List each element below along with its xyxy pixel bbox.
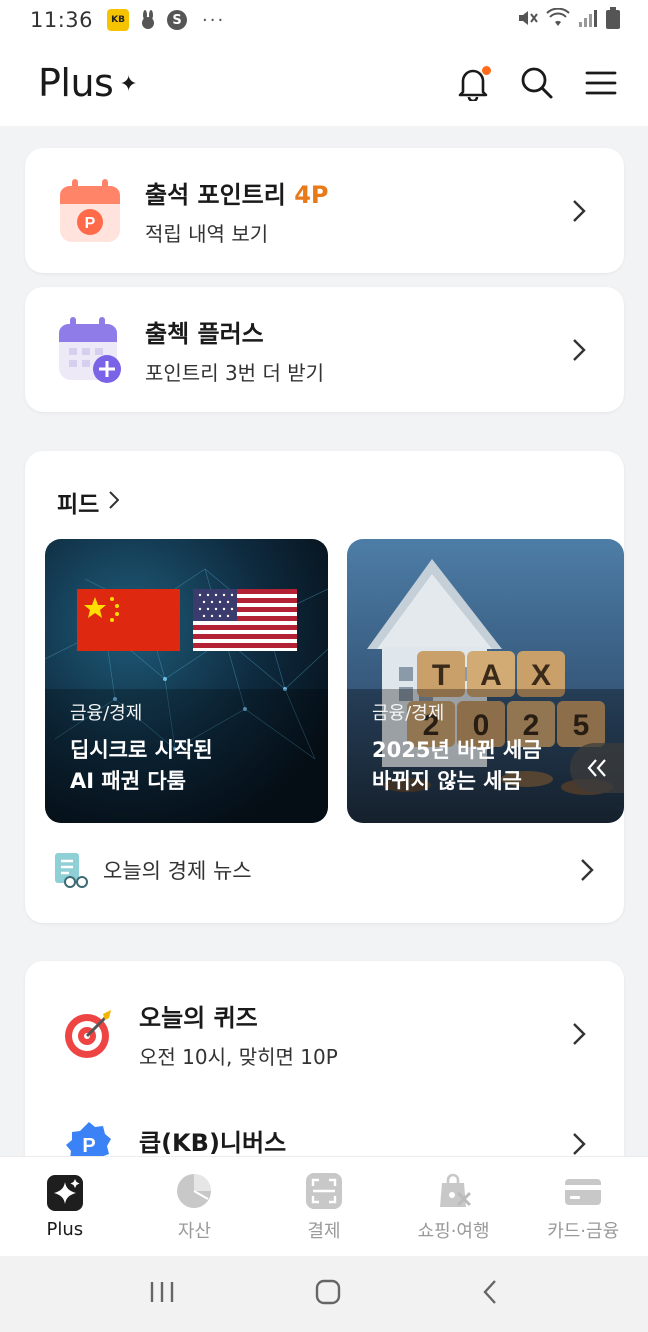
search-icon <box>521 67 553 99</box>
notification-button[interactable] <box>454 64 492 102</box>
target-dart-icon <box>61 1006 117 1062</box>
quiz-subtitle: 오전 10시, 맞히면 10P <box>139 1045 338 1069</box>
feed-item-title: 딥시크로 시작된 AI 패권 다툼 <box>70 738 213 793</box>
status-bar: 11:36 KB S ··· <box>0 0 648 40</box>
more-notifications-icon: ··· <box>202 9 226 31</box>
wifi-icon <box>546 7 570 33</box>
signal-icon <box>578 8 598 33</box>
nav-tab-assets[interactable]: 자산 <box>130 1157 260 1256</box>
chevron-right-icon <box>568 1023 590 1045</box>
feed-carousel[interactable]: 금융/경제 딥시크로 시작된 AI 패권 다툼 T A X 2 0 2 5 금융… <box>45 539 624 823</box>
plus-sparkle-icon <box>46 1175 83 1211</box>
notification-badge <box>482 66 491 75</box>
system-navigation-bar <box>0 1256 648 1332</box>
rabbit-app-icon <box>138 10 158 30</box>
chevron-right-icon <box>568 199 590 222</box>
svg-text:X: X <box>531 659 551 692</box>
chevron-right-icon <box>568 338 590 361</box>
nav-tab-shopping-travel[interactable]: 쇼핑·여행 <box>389 1157 519 1256</box>
calendar-plus-icon <box>55 315 125 385</box>
attendance-subtitle: 적립 내역 보기 <box>145 221 269 246</box>
attendance-calendar-icon: P <box>55 176 125 246</box>
nav-label: Plus <box>46 1219 84 1240</box>
sparkle-icon: ✦ <box>119 71 138 97</box>
nav-label: 카드·금융 <box>547 1220 620 1242</box>
s-app-icon: S <box>167 10 188 30</box>
feed-item[interactable]: 금융/경제 딥시크로 시작된 AI 패권 다툼 <box>45 539 328 823</box>
battery-icon <box>606 6 620 34</box>
feed-item-category: 금융/경제 <box>372 703 445 724</box>
home-button[interactable] <box>314 1278 342 1310</box>
scan-pay-icon <box>305 1172 342 1209</box>
nav-tab-pay[interactable]: 결제 <box>259 1157 389 1256</box>
feed-item-category: 금융/경제 <box>70 703 143 724</box>
mute-icon <box>516 7 538 34</box>
back-arrow-icon <box>483 1280 496 1304</box>
search-button[interactable] <box>518 64 556 102</box>
chevron-right-icon <box>576 859 598 881</box>
economy-news-label: 오늘의 경제 뉴스 <box>103 859 252 883</box>
nav-label: 쇼핑·여행 <box>417 1220 490 1242</box>
bottom-navigation: Plus 자산 결제 쇼핑·여행 카드·금융 <box>0 1156 648 1256</box>
check-plus-card[interactable]: 출첵 플러스 포인트리 3번 더 받기 <box>25 287 624 412</box>
attendance-points: 4P <box>294 180 329 209</box>
svg-text:A: A <box>480 659 502 692</box>
nav-label: 자산 <box>177 1220 211 1242</box>
news-document-icon <box>55 853 88 888</box>
nav-label: 결제 <box>307 1220 341 1242</box>
feed-heading-label: 피드 <box>57 492 100 518</box>
app-header: Plus ✦ <box>0 40 648 126</box>
pie-chart-icon <box>177 1173 212 1208</box>
status-time: 11:36 <box>30 8 94 32</box>
economy-news-link[interactable]: 오늘의 경제 뉴스 <box>53 851 598 889</box>
recent-apps-icon <box>151 1282 174 1302</box>
kb-niverse-title: 큽(KB)니버스 <box>139 1128 287 1157</box>
brand-name: Plus <box>38 61 114 105</box>
menu-button[interactable] <box>582 64 620 102</box>
nav-tab-card-finance[interactable]: 카드·금융 <box>518 1157 648 1256</box>
chevron-right-icon <box>568 1133 590 1155</box>
recent-apps-button[interactable] <box>149 1280 175 1308</box>
check-plus-subtitle: 포인트리 3번 더 받기 <box>145 360 324 385</box>
attendance-point-card[interactable]: P 출석 포인트리 4P 적립 내역 보기 <box>25 148 624 273</box>
nav-tab-plus[interactable]: Plus <box>0 1157 130 1256</box>
chevron-right-icon <box>109 489 120 515</box>
hamburger-menu-icon <box>585 71 617 95</box>
svg-text:P: P <box>85 215 96 232</box>
back-button[interactable] <box>481 1278 499 1310</box>
attendance-title: 출석 포인트리 4P <box>145 180 329 209</box>
double-chevron-left-icon <box>587 759 606 777</box>
card-icon <box>565 1178 602 1205</box>
svg-text:T: T <box>432 659 450 692</box>
feed-heading[interactable]: 피드 <box>57 485 120 519</box>
brand-logo: Plus ✦ <box>38 61 138 105</box>
check-plus-title: 출첵 플러스 <box>145 319 264 348</box>
home-icon <box>315 1279 341 1305</box>
daily-quiz-item[interactable]: 오늘의 퀴즈 오전 10시, 맞히면 10P <box>25 979 624 1089</box>
feed-card: 피드 금융/경제 딥시크로 시작된 AI 패권 다툼 T A X 2 0 2 5… <box>25 451 624 923</box>
shopping-bag-icon <box>439 1173 471 1207</box>
notification-app-icon: KB <box>107 9 130 31</box>
svg-text:P: P <box>82 1135 95 1157</box>
quiz-title: 오늘의 퀴즈 <box>139 1004 258 1032</box>
carousel-back-button[interactable] <box>570 743 624 793</box>
